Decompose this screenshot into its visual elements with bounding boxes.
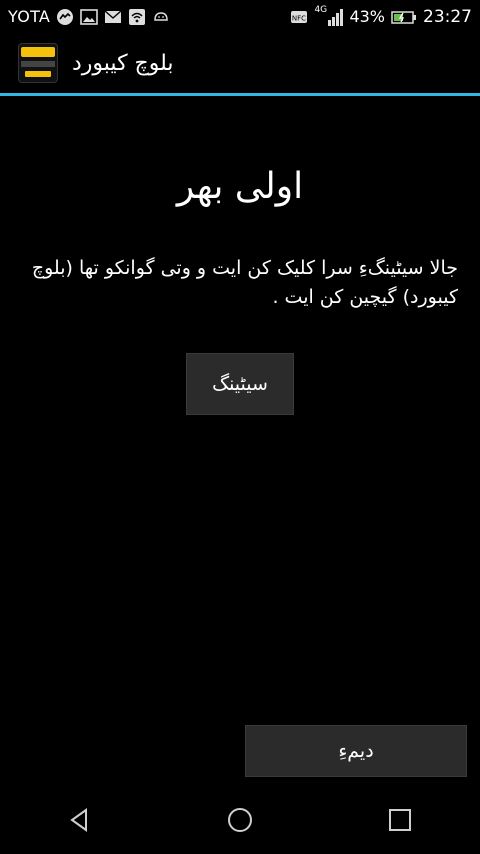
signal-icon: 4G	[314, 4, 344, 26]
battery-icon	[391, 8, 417, 26]
back-icon[interactable]	[50, 790, 110, 850]
app-logo-icon[interactable]	[18, 43, 58, 83]
clock: 23:27	[423, 6, 472, 27]
mail-icon	[104, 8, 122, 26]
home-icon[interactable]	[210, 790, 270, 850]
recents-icon[interactable]	[370, 790, 430, 850]
status-right: NFC 4G 43% 23:27	[290, 4, 480, 27]
settings-button[interactable]: سیٹینگ	[186, 353, 294, 415]
page-heading: اولی بهر	[176, 166, 304, 207]
main-content: اولی بهر جالا سیٹینگءِ سرا کلیک کن ایت و…	[0, 96, 480, 786]
navigation-bar	[0, 786, 480, 854]
instruction-text: جالا سیٹینگءِ سرا کلیک کن ایت و وتی گوان…	[31, 257, 458, 308]
carrier-label: YOTA	[8, 7, 51, 26]
next-button[interactable]: دیمءِ	[245, 725, 467, 777]
network-type: 4G	[314, 4, 328, 15]
battery-percent: 43%	[349, 7, 385, 26]
svg-text:NFC: NFC	[292, 14, 306, 22]
app-title: بلوچ کیبورد	[72, 50, 174, 76]
status-bar: YOTA NFC 4G 43% 23:27	[0, 0, 480, 33]
nfc-icon: NFC	[290, 8, 308, 26]
gallery-icon	[80, 8, 98, 26]
wifi-box-icon	[128, 8, 146, 26]
action-bar: بلوچ کیبورد	[0, 33, 480, 96]
messenger-icon	[56, 8, 74, 26]
android-icon	[152, 8, 170, 26]
status-left: YOTA	[0, 7, 170, 26]
